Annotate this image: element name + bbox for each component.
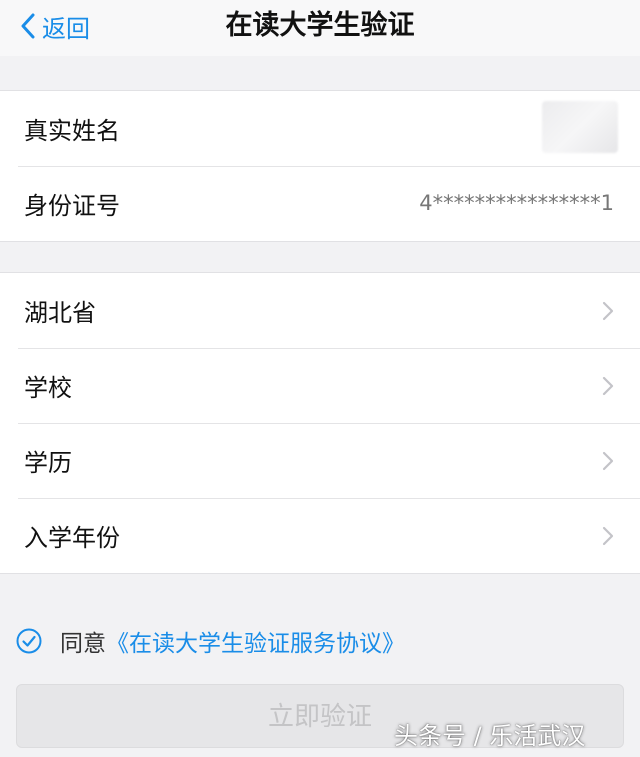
degree-row[interactable]: 学历: [0, 423, 640, 498]
agreement-link[interactable]: 《在读大学生验证服务协议》: [106, 624, 405, 658]
watermark: 头条号 / 乐活武汉: [394, 722, 586, 750]
identity-section: 真实姓名 身份证号 4****************1: [0, 90, 640, 242]
enrollment-year-label: 入学年份: [24, 524, 120, 552]
agreement-row: 同意 《在读大学生验证服务协议》: [16, 622, 405, 660]
education-section: 湖北省 学校 学历 入学年份: [0, 272, 640, 574]
real-name-value-blurred: [542, 101, 618, 153]
enrollment-year-row[interactable]: 入学年份: [0, 498, 640, 573]
real-name-row: 真实姓名: [0, 91, 640, 166]
navigation-bar: 返回 在读大学生验证: [0, 0, 640, 56]
id-number-label: 身份证号: [24, 192, 120, 220]
school-row[interactable]: 学校: [0, 348, 640, 423]
chevron-right-icon: [602, 376, 614, 396]
page-title: 在读大学生验证: [225, 10, 415, 41]
chevron-right-icon: [602, 301, 614, 321]
school-label: 学校: [24, 374, 72, 402]
id-number-value: 4****************1: [419, 191, 614, 215]
id-number-row: 身份证号 4****************1: [0, 166, 640, 241]
degree-label: 学历: [24, 449, 72, 477]
province-label: 湖北省: [24, 299, 96, 327]
chevron-right-icon: [602, 451, 614, 471]
agree-checkbox[interactable]: [16, 628, 42, 654]
agree-text: 同意: [60, 631, 106, 657]
province-row[interactable]: 湖北省: [0, 273, 640, 348]
chevron-right-icon: [602, 526, 614, 546]
real-name-label: 真实姓名: [24, 117, 120, 145]
